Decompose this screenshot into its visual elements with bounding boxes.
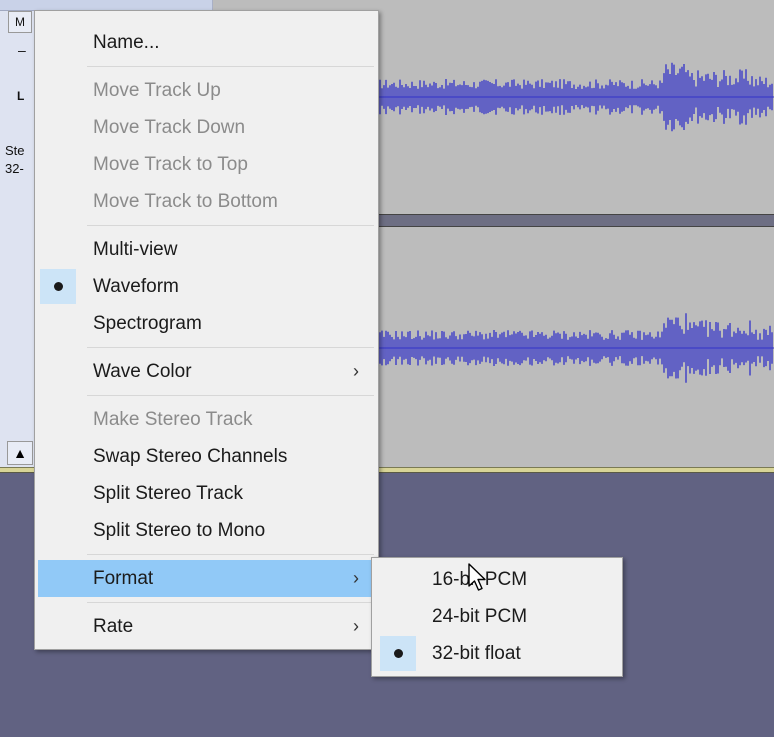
submenu-arrow-icon: ›: [353, 616, 359, 636]
menu-separator: [87, 66, 374, 67]
radio-bullet-icon: [54, 282, 63, 291]
collapse-track-icon[interactable]: ▲: [7, 441, 33, 465]
menu-separator: [87, 395, 374, 396]
menu-item-rate[interactable]: Rate ›: [38, 608, 375, 645]
menu-item-move-track-up: Move Track Up: [93, 80, 221, 101]
check-mark-background: [40, 269, 76, 304]
menu-item-split-stereo-to-mono[interactable]: Split Stereo to Mono: [38, 512, 375, 549]
menu-item-multi-view[interactable]: Multi-view: [38, 231, 375, 268]
submenu-arrow-icon: ›: [353, 361, 359, 381]
menu-item-split-stereo-track[interactable]: Split Stereo Track: [38, 475, 375, 512]
mute-button[interactable]: M: [8, 11, 32, 33]
menu-item-waveform[interactable]: Waveform: [38, 268, 375, 305]
menu-separator: [87, 225, 374, 226]
menu-item-make-stereo-track: Make Stereo Track: [93, 409, 253, 430]
radio-bullet-icon: [394, 649, 403, 658]
menu-item-name[interactable]: Name...: [38, 24, 375, 61]
submenu-item-24-bit-pcm[interactable]: 24-bit PCM: [375, 598, 619, 635]
menu-item-move-track-to-top: Move Track to Top: [93, 154, 248, 175]
submenu-arrow-icon: ›: [353, 568, 359, 588]
menu-separator: [87, 347, 374, 348]
menu-item-move-track-to-bottom: Move Track to Bottom: [93, 191, 278, 212]
menu-item-format[interactable]: Format ›: [38, 560, 375, 597]
mouse-pointer-icon: [468, 563, 486, 591]
track-context-menu: Name... Move Track Up Move Track Down Mo…: [34, 10, 379, 650]
track-info-format: 32-: [5, 161, 24, 176]
submenu-item-16-bit-pcm[interactable]: 16-bit PCM: [375, 561, 619, 598]
submenu-item-32-bit-float[interactable]: 32-bit float: [375, 635, 619, 672]
format-submenu: 16-bit PCM 24-bit PCM 32-bit float: [371, 557, 623, 677]
menu-item-swap-stereo-channels[interactable]: Swap Stereo Channels: [38, 438, 375, 475]
check-mark-background: [380, 636, 416, 671]
menu-item-spectrogram[interactable]: Spectrogram: [38, 305, 375, 342]
menu-separator: [87, 554, 374, 555]
menu-item-move-track-down: Move Track Down: [93, 117, 246, 138]
menu-item-wave-color[interactable]: Wave Color ›: [38, 353, 375, 390]
menu-separator: [87, 602, 374, 603]
pan-slider-left[interactable]: L: [17, 89, 24, 103]
gain-slider-minus[interactable]: –: [18, 42, 26, 58]
track-info-channels: Ste: [5, 143, 25, 158]
